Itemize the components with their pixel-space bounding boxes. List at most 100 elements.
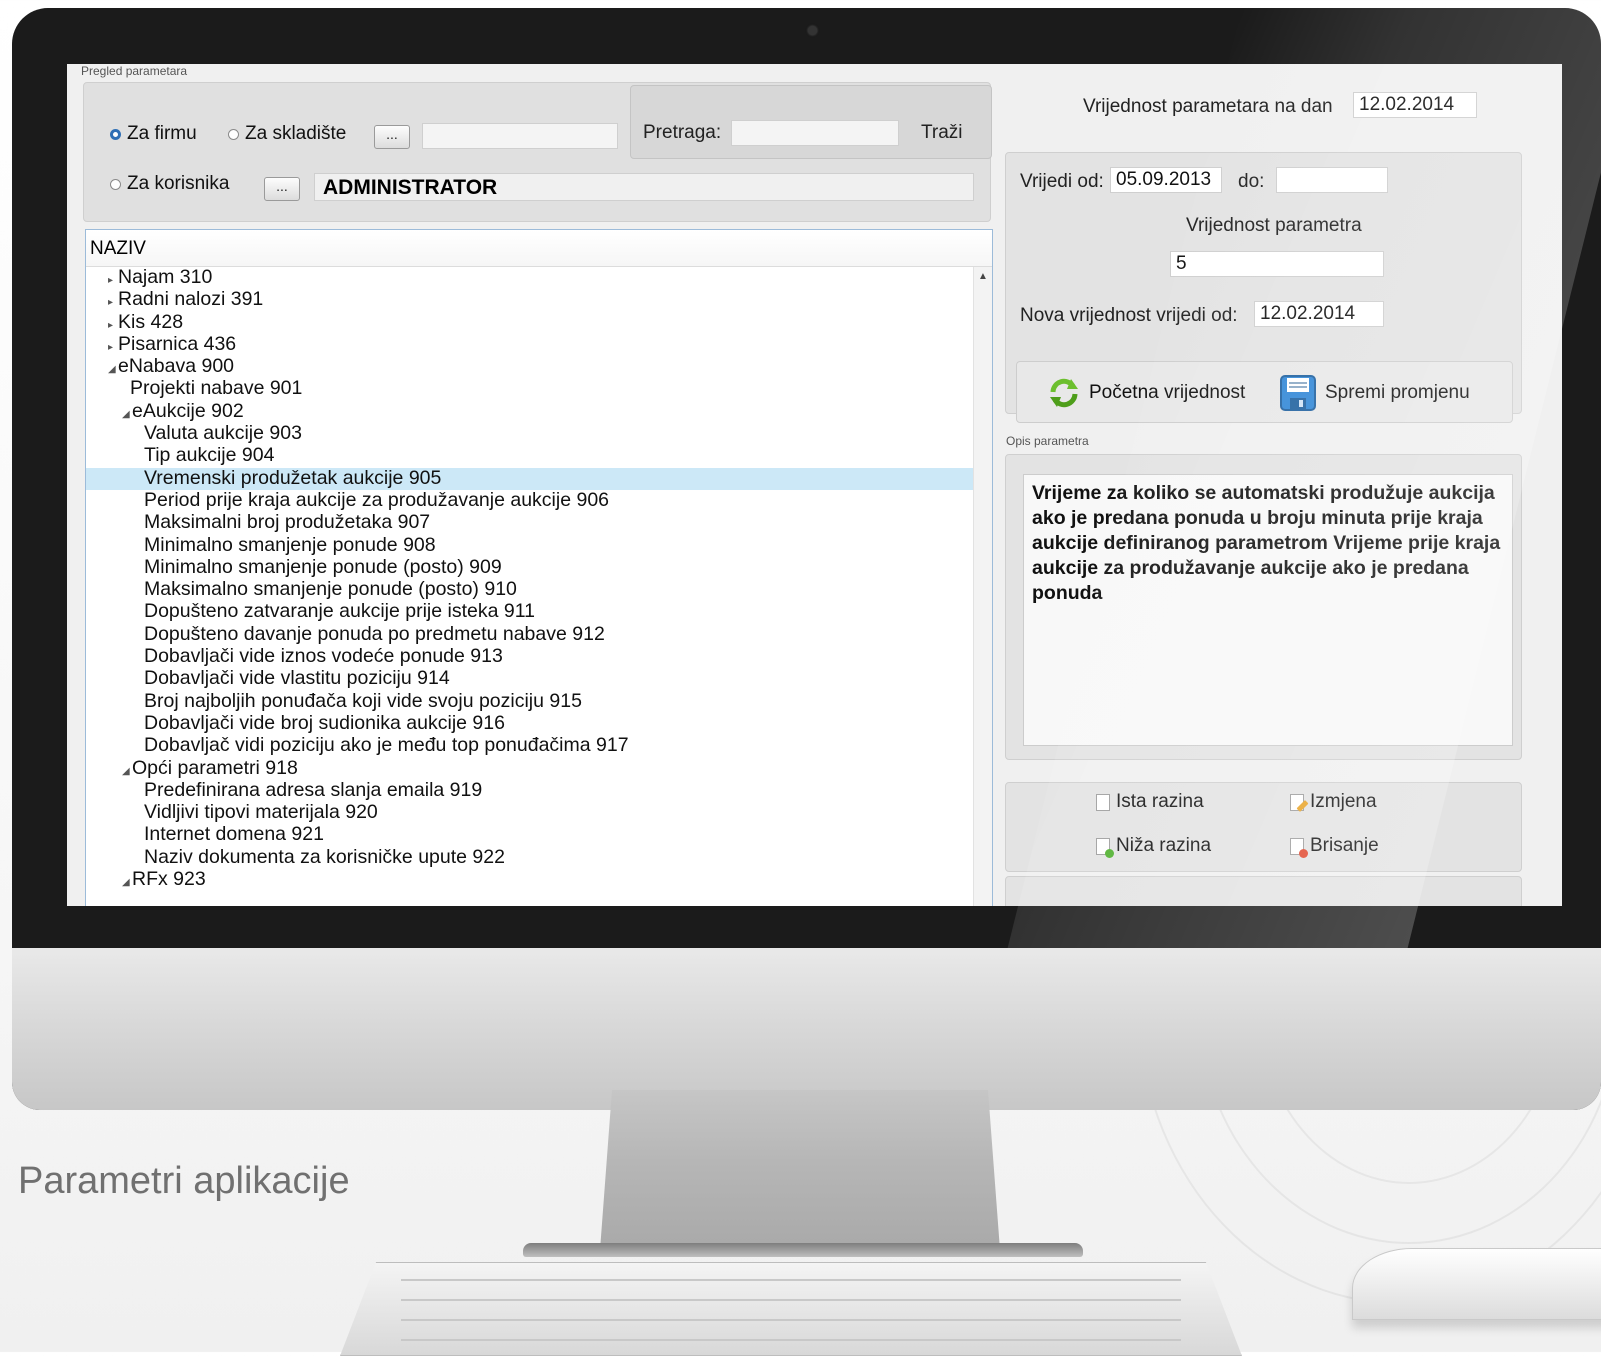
- tree-row[interactable]: Maksimalno smanjenje ponude (posto) 910: [86, 579, 974, 601]
- tree-row-label: Pisarnica 436: [118, 332, 237, 355]
- radio-warehouse[interactable]: Za skladište: [228, 123, 346, 145]
- browse-warehouse-button[interactable]: ...: [374, 125, 410, 149]
- tree-actions-panel: Ista razina Izmjena Niža razina Brisanje: [1005, 782, 1522, 872]
- expand-arrow-icon[interactable]: ◢: [108, 359, 118, 380]
- tree-row-label: eAukcije 902: [132, 399, 244, 422]
- search-label: Pretraga:: [643, 122, 722, 143]
- tree-row[interactable]: ◢ Opći parametri 918: [86, 757, 974, 782]
- tree-row-label: Vremenski produžetak aukcije 905: [144, 466, 442, 489]
- value-on-date-field[interactable]: 12.02.2014: [1353, 92, 1477, 118]
- action-bar: Početna vrijednost Spremi promjenu: [1016, 361, 1513, 423]
- tree-row-label: Dopušteno zatvaranje aukcije prije istek…: [144, 600, 535, 623]
- radio-user[interactable]: Za korisnika: [110, 173, 229, 195]
- tree-row-label: Najam 310: [118, 266, 213, 288]
- tree-row-label: Vidljivi tipovi materijala 920: [144, 801, 378, 824]
- tree-row[interactable]: Broj najboljih ponuđača koji vide svoju …: [86, 689, 974, 713]
- param-value-label: Vrijednost parametra: [1186, 215, 1362, 236]
- tree-row[interactable]: ▸ Pisarnica 436: [86, 332, 974, 358]
- add-document-icon: [1096, 837, 1114, 858]
- group-caption-description: Opis parametra: [1006, 434, 1089, 448]
- parameter-value-panel: Vrijedi od: 05.09.2013 do: Vrijednost pa…: [1005, 152, 1522, 423]
- tree-row[interactable]: Minimalno smanjenje ponude (posto) 909: [86, 556, 974, 579]
- tree-scrollbar[interactable]: ▲: [973, 267, 992, 906]
- tree-row[interactable]: ◢ RFx 923: [86, 869, 974, 891]
- tree-row-label: Maksimalni broj produžetaka 907: [144, 511, 431, 534]
- tree-row-label: Dobavljač vidi poziciju ako je među top …: [144, 734, 629, 757]
- tree-row-label: Broj najboljih ponuđača koji vide svoju …: [144, 689, 582, 712]
- tree-column-header[interactable]: NAZIV: [86, 230, 992, 267]
- tree-row[interactable]: Tip aukcije 904: [86, 445, 974, 467]
- delete-label: Brisanje: [1310, 835, 1379, 856]
- valid-from-field[interactable]: 05.09.2013: [1110, 167, 1222, 193]
- refresh-icon: [1050, 378, 1078, 408]
- expand-arrow-icon[interactable]: ▸: [108, 337, 118, 358]
- lower-level-button[interactable]: Niža razina: [1096, 835, 1211, 858]
- tree-row[interactable]: Predefinirana adresa slanja emaila 919: [86, 778, 974, 802]
- tree-row[interactable]: Internet domena 921: [86, 824, 974, 846]
- expand-arrow-icon[interactable]: ◢: [122, 404, 132, 425]
- tree-row[interactable]: ▸ Najam 310: [86, 267, 974, 289]
- keyboard-key-row: [401, 1299, 1181, 1315]
- tree-row[interactable]: ▸ Radni nalozi 391: [86, 289, 974, 311]
- browse-user-button[interactable]: ...: [264, 177, 300, 201]
- save-change-button[interactable]: Spremi promjenu: [1279, 374, 1470, 412]
- delete-button[interactable]: Brisanje: [1290, 835, 1379, 858]
- tree-row[interactable]: ◢ eAukcije 902: [86, 399, 974, 425]
- valid-to-field[interactable]: [1276, 167, 1388, 193]
- edit-button[interactable]: Izmjena: [1290, 791, 1377, 813]
- tree-row[interactable]: Minimalno smanjenje ponude 908: [86, 533, 974, 557]
- reset-value-button[interactable]: Početna vrijednost: [1047, 376, 1245, 410]
- tree-row[interactable]: Dobavljač vidi poziciju ako je među top …: [86, 735, 974, 757]
- tree-row-selected[interactable]: Vremenski produžetak aukcije 905: [86, 466, 974, 490]
- tree-row[interactable]: Dobavljači vide broj sudionika aukcije 9…: [86, 712, 974, 735]
- new-value-from-field[interactable]: 12.02.2014: [1254, 301, 1384, 327]
- scope-selector-panel: Pretraga: Traži Za firmu Za skladište ..…: [83, 82, 992, 222]
- expand-arrow-icon[interactable]: ▸: [108, 270, 118, 291]
- tree-row-label: Tip aukcije 904: [144, 444, 275, 467]
- application-window: Pregled parametara Pretraga: Traži Za fi…: [67, 64, 1562, 906]
- param-value-field[interactable]: 5: [1170, 251, 1384, 277]
- radio-firm[interactable]: Za firmu: [110, 123, 197, 145]
- edit-label: Izmjena: [1310, 791, 1377, 812]
- reset-value-label: Početna vrijednost: [1089, 382, 1246, 403]
- expand-arrow-icon[interactable]: ▸: [108, 315, 118, 336]
- tree-row[interactable]: Dobavljači vide iznos vodeće ponude 913: [86, 646, 974, 668]
- search-button[interactable]: Traži: [921, 122, 963, 144]
- tree-row[interactable]: ◢ eNabava 900: [86, 356, 974, 378]
- radio-user-indicator[interactable]: [110, 178, 121, 190]
- tree-row[interactable]: Dopušteno zatvaranje aukcije prije istek…: [86, 601, 974, 623]
- tree-row[interactable]: Projekti nabave 901: [86, 378, 974, 400]
- camera-dot: [808, 26, 817, 35]
- tree-row[interactable]: Period prije kraja aukcije za produžavan…: [86, 489, 974, 512]
- document-icon: [1096, 793, 1110, 811]
- warehouse-field[interactable]: [422, 123, 618, 149]
- tree-row[interactable]: Valuta aukcije 903: [86, 423, 974, 445]
- expand-arrow-icon[interactable]: ◢: [122, 761, 132, 782]
- tree-row[interactable]: Dopušteno davanje ponuda po predmetu nab…: [86, 623, 974, 646]
- tree-row[interactable]: Maksimalni broj produžetaka 907: [86, 512, 974, 534]
- tree-row[interactable]: Dobavljači vide vlastitu poziciju 914: [86, 668, 974, 690]
- expand-arrow-icon[interactable]: ◢: [122, 872, 132, 893]
- monitor-chin: [12, 948, 1601, 1110]
- user-field[interactable]: ADMINISTRATOR: [314, 173, 974, 201]
- expand-arrow-icon[interactable]: ▸: [108, 292, 118, 313]
- tree-row-label: Projekti nabave 901: [130, 377, 303, 400]
- radio-warehouse-indicator[interactable]: [228, 128, 239, 140]
- tree-row-label: Predefinirana adresa slanja emaila 919: [144, 778, 483, 801]
- radio-firm-indicator[interactable]: [110, 128, 121, 140]
- search-input[interactable]: [731, 120, 899, 146]
- tree-row-label: Radni nalozi 391: [118, 288, 264, 311]
- tree-row[interactable]: Vidljivi tipovi materijala 920: [86, 802, 974, 824]
- tree-row-label: Minimalno smanjenje ponude 908: [144, 533, 436, 556]
- scroll-up-icon[interactable]: ▲: [974, 271, 992, 282]
- tree-row[interactable]: ▸ Kis 428: [86, 311, 974, 336]
- same-level-button[interactable]: Ista razina: [1096, 791, 1204, 813]
- tree-row[interactable]: Naziv dokumenta za korisničke upute 922: [86, 846, 974, 869]
- keyboard: [340, 1262, 1242, 1356]
- tree-row-label: Internet domena 921: [144, 823, 324, 846]
- tree-row-label: RFx 923: [132, 868, 206, 891]
- monitor-stand: [600, 1090, 1000, 1250]
- keyboard-key-row: [401, 1319, 1181, 1335]
- value-on-date-label: Vrijednost parametara na dan: [1083, 96, 1333, 117]
- delete-document-icon: [1290, 837, 1308, 858]
